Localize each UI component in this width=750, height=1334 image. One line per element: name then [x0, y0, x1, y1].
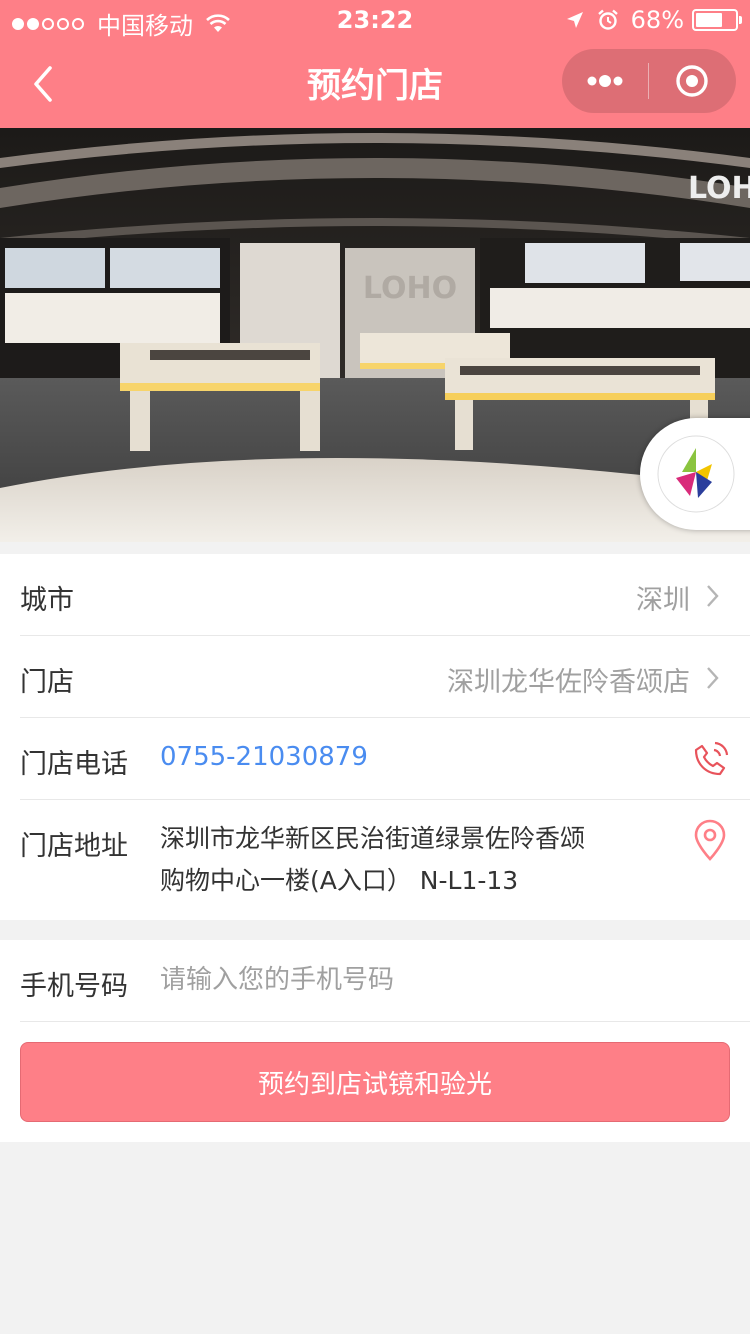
location-pin-icon[interactable] [692, 818, 728, 862]
more-button[interactable] [562, 49, 648, 113]
svg-text:LOHO: LOHO [688, 171, 750, 206]
close-button[interactable] [649, 49, 735, 113]
mini-program-capsule [562, 49, 736, 113]
store-address-label: 门店地址 [20, 831, 128, 862]
store-row[interactable]: 门店 深圳龙华佐阾香颂店 [0, 636, 750, 718]
book-appointment-button[interactable]: 预约到店试镜和验光 [20, 1042, 730, 1122]
mobile-input[interactable] [160, 960, 720, 1000]
phone-ringing-icon[interactable] [688, 738, 732, 782]
status-bar: 中国移动 23:22 68% [0, 0, 750, 40]
store-info-card: 城市 深圳 门店 深圳龙华佐阾香颂店 门店电话 0755-21030879 门店… [0, 554, 750, 920]
mobile-row: 手机号码 [0, 940, 750, 1022]
city-label: 城市 [20, 585, 74, 616]
store-phone-link[interactable]: 0755-21030879 [160, 742, 368, 772]
brand-logo-badge[interactable] [640, 418, 750, 530]
store-label: 门店 [20, 667, 74, 698]
target-close-icon [676, 65, 708, 97]
city-value: 深圳 [636, 585, 690, 616]
status-right: 68% [565, 6, 742, 34]
store-address-row: 门店地址 深圳市龙华新区民治街道绿景佐阾香颂购物中心一楼(A入口） N-L1-1… [0, 800, 750, 920]
mobile-label: 手机号码 [20, 971, 128, 1002]
store-interior-image: LOHO LOHO [0, 128, 750, 542]
nav-bar: 预约门店 [0, 40, 750, 128]
city-row[interactable]: 城市 深圳 [0, 554, 750, 636]
row-divider [20, 1021, 750, 1022]
battery-percent: 68% [630, 6, 684, 34]
brand-logo-icon [657, 435, 735, 513]
battery-icon [692, 9, 742, 31]
store-photo: LOHO LOHO [0, 128, 750, 542]
svg-text:LOHO: LOHO [363, 271, 457, 306]
booking-form-card: 手机号码 预约到店试镜和验光 [0, 940, 750, 1142]
store-address-value: 深圳市龙华新区民治街道绿景佐阾香颂购物中心一楼(A入口） N-L1-13 [160, 824, 586, 895]
chevron-right-icon [707, 585, 719, 607]
chevron-right-icon [707, 667, 719, 689]
store-value: 深圳龙华佐阾香颂店 [447, 667, 690, 698]
location-arrow-icon [566, 12, 583, 28]
alarm-icon [597, 9, 618, 30]
store-phone-label: 门店电话 [20, 749, 128, 780]
store-phone-row: 门店电话 0755-21030879 [0, 718, 750, 800]
more-dots-icon [587, 75, 623, 87]
header: 中国移动 23:22 68% 预约门店 [0, 0, 750, 128]
